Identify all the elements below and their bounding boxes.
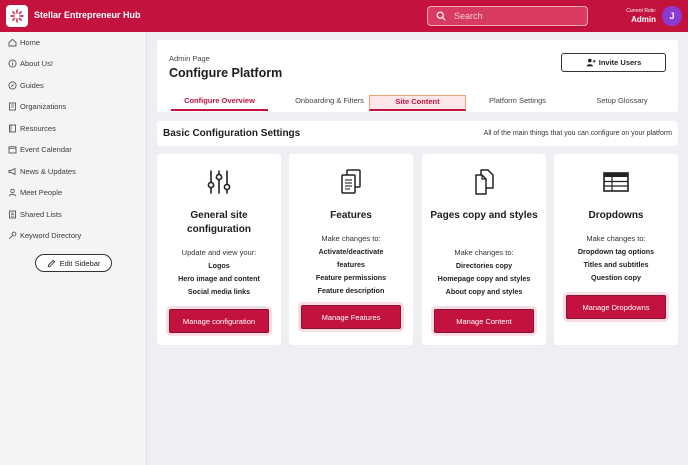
compass-icon (8, 81, 17, 90)
sidebar: Home About Us! Guides Organizations Reso… (0, 32, 147, 465)
key-icon (8, 231, 17, 240)
list-icon (8, 210, 17, 219)
brand-name: Stellar Entrepreneur Hub (34, 10, 141, 20)
card-item: Logos (208, 261, 230, 270)
manage-configuration-button[interactable]: Manage configuration (169, 309, 269, 333)
card-item: Dropdown tag options (577, 247, 655, 256)
sidebar-item-label: Organizations (20, 102, 67, 111)
sidebar-item-label: Event Calendar (20, 145, 72, 154)
top-bar: Stellar Entrepreneur Hub Current Role: A… (0, 0, 688, 32)
sliders-icon (157, 168, 281, 196)
section-subtitle: All of the main things that you can conf… (483, 130, 672, 137)
card-title: Dropdowns (588, 210, 644, 221)
card-item: Feature description (317, 286, 385, 295)
card-item: Hero image and content (178, 274, 260, 283)
tab-configure-overview[interactable]: Configure Overview (171, 95, 268, 111)
card-description: Make changes to: Activate/deactivate fea… (293, 232, 409, 297)
sidebar-item-news[interactable]: News & Updates (8, 167, 76, 176)
sidebar-item-shared-lists[interactable]: Shared Lists (8, 210, 62, 219)
invite-users-label: Invite Users (598, 58, 642, 67)
manage-content-button[interactable]: Manage Content (434, 309, 534, 333)
card-item: Homepage copy and styles (437, 274, 531, 283)
search-icon (436, 11, 446, 21)
sidebar-item-label: Guides (20, 81, 44, 90)
card-item: Titles and subtitles (583, 260, 649, 269)
config-card-general: General site configuration Update and vi… (157, 154, 281, 345)
card-intro: Make changes to: (454, 248, 514, 257)
config-card-dropdowns: Dropdowns Make changes to: Dropdown tag … (554, 154, 678, 345)
calendar-icon (8, 145, 17, 154)
pages-icon (422, 168, 546, 196)
card-intro: Update and view your: (181, 248, 257, 257)
card-item: Feature permissions (315, 273, 387, 282)
megaphone-icon (8, 167, 17, 176)
manage-dropdowns-button[interactable]: Manage Dropdowns (566, 295, 666, 319)
card-intro: Make changes to: (586, 234, 646, 243)
sidebar-item-keyword-directory[interactable]: Keyword Directory (8, 231, 81, 240)
user-avatar[interactable]: J (662, 6, 682, 26)
role-value: Admin (631, 15, 656, 24)
sidebar-item-organizations[interactable]: Organizations (8, 102, 66, 111)
search-input[interactable] (454, 11, 574, 21)
card-item: Social media links (187, 287, 251, 296)
section-title: Basic Configuration Settings (163, 128, 301, 139)
sidebar-item-label: Meet People (20, 188, 63, 197)
tab-site-content[interactable]: Site Content (369, 95, 466, 111)
book-icon (8, 124, 17, 133)
building-icon (8, 102, 17, 111)
card-intro: Make changes to: (321, 234, 381, 243)
tab-platform-settings[interactable]: Platform Settings (470, 95, 565, 111)
app-logo[interactable] (6, 5, 28, 27)
card-title: Features (330, 210, 372, 221)
sidebar-item-label: Keyword Directory (20, 231, 82, 240)
documents-icon (289, 168, 413, 196)
card-title: Pages copy and styles (430, 210, 538, 221)
page-title: Configure Platform (169, 66, 283, 80)
current-role: Current Role: Admin (626, 8, 656, 24)
tab-onboarding-filters[interactable]: Onboarding & Filters (277, 95, 382, 111)
page-header-card: Admin Page Configure Platform Invite Use… (157, 40, 678, 112)
role-label: Current Role: (626, 8, 656, 14)
sidebar-item-label: Resources (20, 124, 56, 133)
card-item: About copy and styles (445, 287, 523, 296)
card-item: Question copy (591, 273, 641, 282)
sidebar-item-label: News & Updates (20, 167, 76, 176)
config-card-pages: Pages copy and styles Make changes to: D… (422, 154, 546, 345)
tab-setup-glossary[interactable]: Setup Glossary (577, 95, 667, 111)
sidebar-item-about[interactable]: About Us! (8, 59, 53, 68)
config-card-features: Features Make changes to: Activate/deact… (289, 154, 413, 345)
breadcrumb: Admin Page (169, 54, 210, 63)
search-box[interactable] (427, 6, 588, 26)
sidebar-item-label: Shared Lists (20, 210, 62, 219)
sidebar-item-event-calendar[interactable]: Event Calendar (8, 145, 72, 154)
logo-icon (10, 9, 24, 23)
sidebar-item-label: Home (20, 38, 41, 47)
sidebar-item-guides[interactable]: Guides (8, 81, 44, 90)
card-item: Activate/deactivate features (318, 247, 384, 269)
pencil-icon (47, 259, 55, 267)
basic-config-header: Basic Configuration Settings All of the … (157, 121, 678, 146)
sidebar-item-label: About Us! (20, 59, 53, 68)
card-description: Make changes to: Directories copy Homepa… (426, 246, 542, 298)
sidebar-item-resources[interactable]: Resources (8, 124, 56, 133)
manage-features-button[interactable]: Manage Features (301, 305, 401, 329)
edit-sidebar-label: Edit Sidebar (59, 258, 101, 268)
table-icon (554, 168, 678, 196)
card-description: Update and view your: Logos Hero image a… (161, 246, 277, 298)
card-description: Make changes to: Dropdown tag options Ti… (558, 232, 674, 284)
card-title: General site configuration (187, 210, 251, 235)
edit-sidebar-button[interactable]: Edit Sidebar (35, 254, 112, 272)
invite-users-button[interactable]: Invite Users (561, 53, 666, 72)
card-item: Directories copy (455, 261, 513, 270)
sidebar-item-meet-people[interactable]: Meet People (8, 188, 62, 197)
person-icon (8, 188, 17, 197)
info-icon (8, 59, 17, 68)
add-user-icon (586, 58, 596, 67)
sidebar-item-home[interactable]: Home (8, 38, 40, 47)
home-icon (8, 38, 17, 47)
